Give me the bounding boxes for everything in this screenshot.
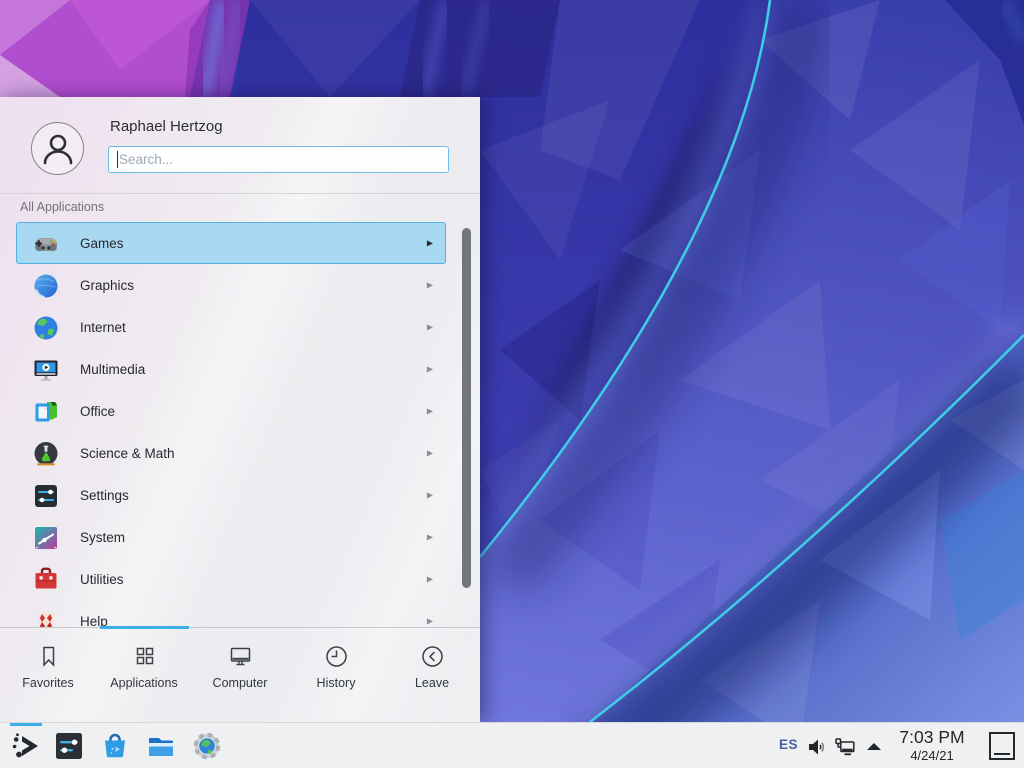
submenu-arrow-icon [427, 239, 433, 248]
gamepad-icon [30, 228, 62, 260]
system-sliders-icon [30, 522, 62, 554]
application-launcher-button[interactable] [10, 730, 42, 762]
category-office[interactable]: Office [16, 390, 446, 432]
globe-icon [30, 312, 62, 344]
submenu-arrow-icon [427, 323, 433, 332]
search-input[interactable] [108, 146, 449, 173]
text-caret [117, 151, 118, 168]
category-label: Office [80, 404, 115, 419]
submenu-arrow-icon [427, 449, 433, 458]
kde-kickoff-icon [10, 730, 42, 762]
submenu-arrow-icon [427, 491, 433, 500]
tab-label: History [317, 676, 356, 690]
category-label: Help [80, 614, 108, 628]
category-help[interactable]: Help [16, 600, 446, 627]
category-settings[interactable]: Settings [16, 474, 446, 516]
category-science-math[interactable]: Science & Math [16, 432, 446, 474]
category-utilities[interactable]: Utilities [16, 558, 446, 600]
category-label: Internet [80, 320, 126, 335]
show-desktop-button[interactable] [988, 731, 1016, 761]
tab-computer[interactable]: Computer [192, 631, 288, 719]
footer-divider [0, 627, 480, 628]
office-document-icon [30, 396, 62, 428]
leave-circle-icon [419, 641, 446, 671]
system-settings-button[interactable] [53, 730, 85, 762]
help-icon [30, 606, 62, 627]
launcher-footer-tabs: Favorites Applications [0, 631, 480, 719]
category-label: Multimedia [80, 362, 145, 377]
monitor-icon [227, 641, 254, 671]
category-multimedia[interactable]: Multimedia [16, 348, 446, 390]
submenu-arrow-icon [427, 533, 433, 542]
clock-time: 7:03 PM [888, 727, 976, 748]
tab-label: Leave [415, 676, 449, 690]
submenu-arrow-icon [427, 617, 433, 626]
tab-label: Computer [213, 676, 268, 690]
tab-label: Applications [110, 676, 177, 690]
tab-applications[interactable]: Applications [96, 631, 192, 719]
user-icon [36, 127, 80, 171]
category-label: Settings [80, 488, 129, 503]
category-label: Games [80, 236, 124, 251]
taskbar-panel: ES 7:03 PM 4/24/21 [0, 722, 1024, 768]
toolbox-icon [30, 564, 62, 596]
category-system[interactable]: System [16, 516, 446, 558]
application-launcher-menu: Raphael Hertzog All Applications [0, 97, 480, 722]
user-name: Raphael Hertzog [110, 118, 223, 135]
clock-date: 4/24/21 [888, 748, 976, 764]
submenu-arrow-icon [427, 575, 433, 584]
category-games[interactable]: Games [16, 222, 446, 264]
desktop: Raphael Hertzog All Applications [0, 0, 1024, 768]
submenu-arrow-icon [427, 407, 433, 416]
tab-leave[interactable]: Leave [384, 631, 480, 719]
category-label: System [80, 530, 125, 545]
category-label: Graphics [80, 278, 134, 293]
graphics-sphere-icon [30, 270, 62, 302]
discover-button[interactable] [99, 730, 131, 762]
bookmark-icon [35, 641, 62, 671]
globe-gear-icon [191, 730, 223, 762]
category-label: Utilities [80, 572, 124, 587]
sliders-icon [30, 480, 62, 512]
category-list: Games Graphics [0, 222, 480, 627]
launcher-active-indicator [10, 723, 42, 726]
folder-icon [145, 730, 177, 762]
digital-clock[interactable]: 7:03 PM 4/24/21 [888, 727, 976, 764]
shopping-bag-icon [99, 730, 131, 762]
web-browser-button[interactable] [191, 730, 223, 762]
active-tab-indicator [100, 626, 189, 629]
media-screen-icon [30, 354, 62, 386]
flask-icon [30, 438, 62, 470]
tab-favorites[interactable]: Favorites [0, 631, 96, 719]
category-internet[interactable]: Internet [16, 306, 446, 348]
volume-icon[interactable] [806, 736, 828, 758]
tab-history[interactable]: History [288, 631, 384, 719]
user-avatar[interactable] [31, 122, 84, 175]
grid-icon [131, 641, 158, 671]
expand-tray-arrow-icon[interactable] [867, 743, 881, 750]
tab-label: Favorites [22, 676, 73, 690]
category-label: Science & Math [80, 446, 175, 461]
section-label: All Applications [20, 200, 104, 214]
header-divider [0, 193, 480, 194]
settings-sliders-icon [53, 730, 85, 762]
submenu-arrow-icon [427, 281, 433, 290]
keyboard-layout-indicator[interactable]: ES [779, 737, 798, 752]
clock-icon [323, 641, 350, 671]
category-graphics[interactable]: Graphics [16, 264, 446, 306]
network-icon[interactable] [834, 736, 856, 758]
list-scrollbar[interactable] [462, 228, 471, 588]
file-manager-button[interactable] [145, 730, 177, 762]
submenu-arrow-icon [427, 365, 433, 374]
